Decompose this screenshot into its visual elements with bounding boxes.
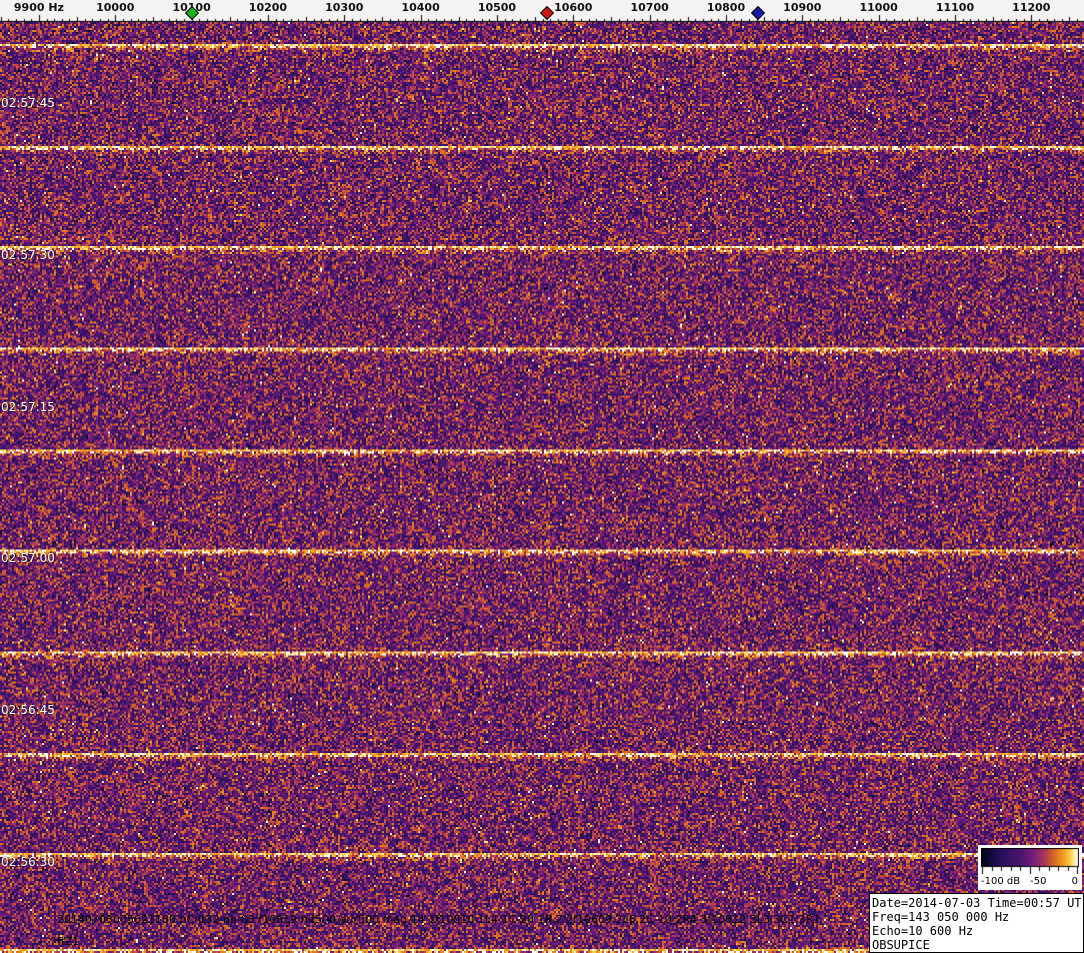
freq-tick-label: 11200: [1012, 1, 1050, 14]
freq-tick-label: 11100: [936, 1, 974, 14]
freq-tick-label: 10200: [249, 1, 287, 14]
spectrogram-waterfall: [0, 22, 1084, 953]
freq-tick-label: 10400: [401, 1, 439, 14]
freq-tick-label: 11000: [860, 1, 898, 14]
spectrogram-screen: 9900 Hz100001010010200103001040010500106…: [0, 0, 1084, 953]
freq-tick-label: 10600: [554, 1, 592, 14]
time-tick-label: 02:56:45: [1, 703, 55, 717]
colorbar-gradient: [981, 848, 1079, 874]
time-tick-label: 02:57:30: [1, 248, 55, 262]
freq-tick-label: 9900 Hz: [14, 1, 64, 14]
colorbar-max-label: 0: [1072, 876, 1078, 887]
freq-tick-label: 10900: [783, 1, 821, 14]
freq-tick-label: 10500: [478, 1, 516, 14]
time-tick-label: 02:56:30: [1, 855, 55, 869]
freq-tick-label: 10800: [707, 1, 745, 14]
freq-tick-label: 10700: [630, 1, 668, 14]
info-station: OBSUPICE: [872, 938, 1081, 952]
time-tick-label: 02:57:15: [1, 400, 55, 414]
time-tick-label: 02:57:45: [1, 96, 55, 110]
colorbar-mid-label: -50: [1030, 876, 1046, 887]
frequency-ruler: 9900 Hz100001010010200103001040010500106…: [0, 0, 1084, 22]
colorbar-legend: -100 dB -50 0: [978, 845, 1082, 890]
detection-annotation: 20140703005621180 hCnt32 nb-83 f10619 hi…: [57, 913, 820, 926]
colorbar-labels: -100 dB -50 0: [978, 876, 1082, 889]
info-date-time: Date=2014-07-03 Time=00:57 UTC: [872, 896, 1081, 910]
colorbar-min-label: -100 dB: [981, 876, 1020, 887]
freq-tick-label: 10300: [325, 1, 363, 14]
ft-annotation: ^ft21: [48, 935, 79, 948]
spectrogram-area: 02:57:45 02:57:30 02:57:15 02:57:00 02:56:45…: [0, 22, 1084, 953]
freq-tick-label: 10000: [96, 1, 134, 14]
info-frequency: Freq=143 050 000 Hz: [872, 910, 1081, 924]
time-tick-label: 02:57:00: [1, 551, 55, 565]
info-panel: Date=2014-07-03 Time=00:57 UTC Freq=143 …: [869, 893, 1084, 953]
info-echo: Echo=10 600 Hz: [872, 924, 1081, 938]
